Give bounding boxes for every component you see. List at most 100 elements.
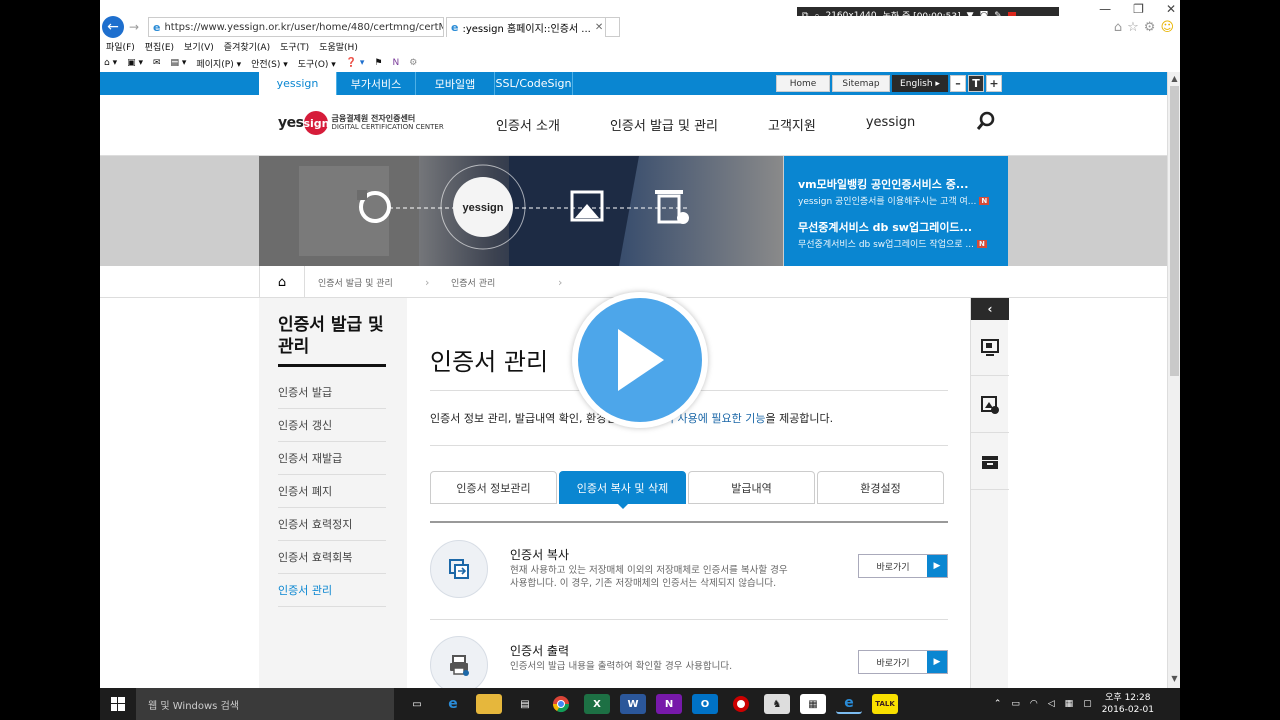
certificate-icon [981, 395, 999, 414]
task-view-icon[interactable]: ▭ [404, 694, 430, 714]
command-page[interactable]: 페이지(P) ▾ [196, 57, 241, 70]
menu-tools[interactable]: 도구(T) [280, 40, 309, 53]
play-button[interactable] [572, 292, 708, 428]
mainnav-yessign[interactable]: yessign [866, 115, 915, 134]
excel-icon[interactable]: X [584, 694, 610, 714]
mail-icon[interactable]: ✉ [153, 58, 161, 68]
sidebar-item-manage[interactable]: 인증서 관리 [278, 574, 386, 607]
breadcrumb-item[interactable]: 인증서 관리 [451, 266, 495, 298]
font-decrease-button[interactable]: – [950, 75, 966, 92]
breadcrumb-item[interactable]: 인증서 발급 및 관리 [318, 266, 393, 298]
onenote-icon[interactable]: N [393, 58, 400, 68]
news-item[interactable]: vm모바일뱅킹 공인인증서비스 중... yessign 공인인증서를 이용해주… [798, 176, 994, 207]
quick-item-storage[interactable] [971, 434, 1009, 490]
home-icon[interactable]: ⌂ ▾ [104, 58, 117, 68]
onenote-icon[interactable]: N [656, 694, 682, 714]
chevron-left-icon[interactable]: ‹ [971, 298, 1009, 320]
app-icon[interactable]: ♞ [764, 694, 790, 714]
taskbar-search[interactable]: 웹 및 Windows 검색 [136, 688, 394, 720]
outlook-icon[interactable]: O [692, 694, 718, 714]
internet-explorer-icon[interactable]: e [836, 694, 862, 714]
font-reset-button[interactable]: T [968, 75, 984, 92]
quick-item-cert[interactable] [971, 377, 1009, 433]
battery-icon[interactable]: ▭ [1011, 699, 1020, 709]
browser-tab[interactable]: e :yessign 홈페이지::인증서 ... ✕ [446, 17, 606, 37]
topnav-ssl[interactable]: SSL/CodeSign [495, 72, 573, 95]
tab-cert-info[interactable]: 인증서 정보관리 [430, 471, 557, 504]
sitemap-link[interactable]: Sitemap [832, 75, 890, 92]
tab-copy-delete[interactable]: 인증서 복사 및 삭제 [559, 471, 686, 509]
home-link[interactable]: Home [776, 75, 830, 92]
chrome-icon[interactable] [548, 694, 574, 714]
mainnav-intro[interactable]: 인증서 소개 [496, 115, 560, 134]
site-logo[interactable]: yes sign 금융결제원 전자인증센터 DIGITAL CERTIFICAT… [278, 111, 444, 135]
sidebar-item-revoke[interactable]: 인증서 폐지 [278, 475, 386, 508]
scrollbar[interactable]: ▲ ▼ [1167, 72, 1180, 688]
tab-close-icon[interactable]: ✕ [595, 22, 603, 33]
address-bar[interactable]: e https://www.yessign.or.kr/user/home/48… [148, 17, 444, 37]
news-item[interactable]: 무선중계서비스 db sw업그레이드... 무선중계서비스 db sw업그레이드… [798, 219, 994, 250]
tab-issue-history[interactable]: 발급내역 [688, 471, 815, 504]
keyboard-icon[interactable]: ▦ [1065, 699, 1074, 709]
menu-file[interactable]: 파일(F) [106, 40, 135, 53]
sidebar-item-suspend[interactable]: 인증서 효력정지 [278, 508, 386, 541]
go-button[interactable]: 바로가기 ▶ [858, 650, 948, 674]
menu-favorites[interactable]: 즐겨찾기(A) [224, 40, 270, 53]
mainnav-support[interactable]: 고객지원 [768, 115, 816, 134]
calculator-icon[interactable]: ▦ [800, 694, 826, 714]
rss-icon[interactable]: ▣ ▾ [127, 58, 143, 68]
search-icon[interactable] [976, 111, 996, 131]
sidebar-item-restore[interactable]: 인증서 효력회복 [278, 541, 386, 574]
edge-icon[interactable]: e [440, 694, 466, 714]
restore-button[interactable]: ❐ [1133, 2, 1144, 16]
print-icon[interactable]: ▤ ▾ [171, 58, 187, 68]
clock[interactable]: 오후 12:28 2016-02-01 [1102, 692, 1154, 716]
smiley-icon[interactable]: ☺ [1160, 20, 1174, 35]
topnav-addon[interactable]: 부가서비스 [337, 72, 416, 95]
wifi-icon[interactable]: ◠ [1030, 699, 1038, 709]
sidebar-item-reissue[interactable]: 인증서 재발급 [278, 442, 386, 475]
forward-button[interactable]: → [126, 19, 142, 35]
file-explorer-icon[interactable] [476, 694, 502, 714]
font-increase-button[interactable]: + [986, 75, 1002, 92]
menu-view[interactable]: 보기(V) [184, 40, 214, 53]
kakaotalk-icon[interactable]: TALK [872, 694, 898, 714]
new-tab-button[interactable] [606, 17, 620, 37]
back-button[interactable]: ← [102, 16, 124, 38]
word-icon[interactable]: W [620, 694, 646, 714]
english-link[interactable]: English ▸ [892, 75, 948, 92]
settings-icon[interactable]: ⚙ [409, 58, 417, 68]
news-title: 무선중계서비스 db sw업그레이드... [798, 221, 973, 234]
sidebar-item-renew[interactable]: 인증서 갱신 [278, 409, 386, 442]
go-button[interactable]: 바로가기 ▶ [858, 554, 948, 578]
recorder-icon[interactable] [728, 694, 754, 714]
sidebar-item-issue[interactable]: 인증서 발급 [278, 376, 386, 409]
close-button[interactable]: ✕ [1166, 2, 1176, 16]
store-icon[interactable]: ▤ [512, 694, 538, 714]
tab-settings[interactable]: 환경설정 [817, 471, 944, 504]
scroll-down-icon[interactable]: ▼ [1168, 672, 1180, 685]
gear-icon[interactable]: ⚙ [1144, 20, 1156, 35]
favorites-star-icon[interactable]: ☆ [1127, 20, 1139, 35]
windows-start-icon[interactable] [100, 688, 136, 720]
menu-edit[interactable]: 편집(E) [145, 40, 174, 53]
menu-help[interactable]: 도움말(H) [319, 40, 358, 53]
command-tools[interactable]: 도구(O) ▾ [298, 57, 336, 70]
scroll-up-icon[interactable]: ▲ [1168, 72, 1180, 85]
command-safety[interactable]: 안전(S) ▾ [251, 57, 288, 70]
news-desc-text: yessign 공인인증서를 이용해주시는 고객 여... [798, 197, 977, 207]
topnav-yessign[interactable]: yessign [259, 72, 337, 95]
scrollbar-thumb[interactable] [1170, 86, 1179, 376]
help-icon[interactable]: ❓ ▾ [346, 58, 365, 68]
chevron-up-icon[interactable]: ⌃ [994, 699, 1002, 709]
volume-icon[interactable]: ◁ [1048, 699, 1055, 709]
home-icon[interactable]: ⌂ [1114, 20, 1122, 35]
research-icon[interactable]: ⚑ [374, 58, 382, 68]
home-icon[interactable]: ⌂ [259, 266, 305, 298]
service-description: 인증서의 발급 내용을 출력하여 확인할 경우 사용합니다. [510, 661, 733, 672]
notification-icon[interactable]: ▢ [1083, 699, 1092, 709]
mainnav-issue-manage[interactable]: 인증서 발급 및 관리 [610, 115, 718, 134]
topnav-mobile[interactable]: 모바일앱 [416, 72, 495, 95]
minimize-button[interactable]: — [1099, 2, 1111, 16]
quick-item-pc[interactable] [971, 320, 1009, 376]
